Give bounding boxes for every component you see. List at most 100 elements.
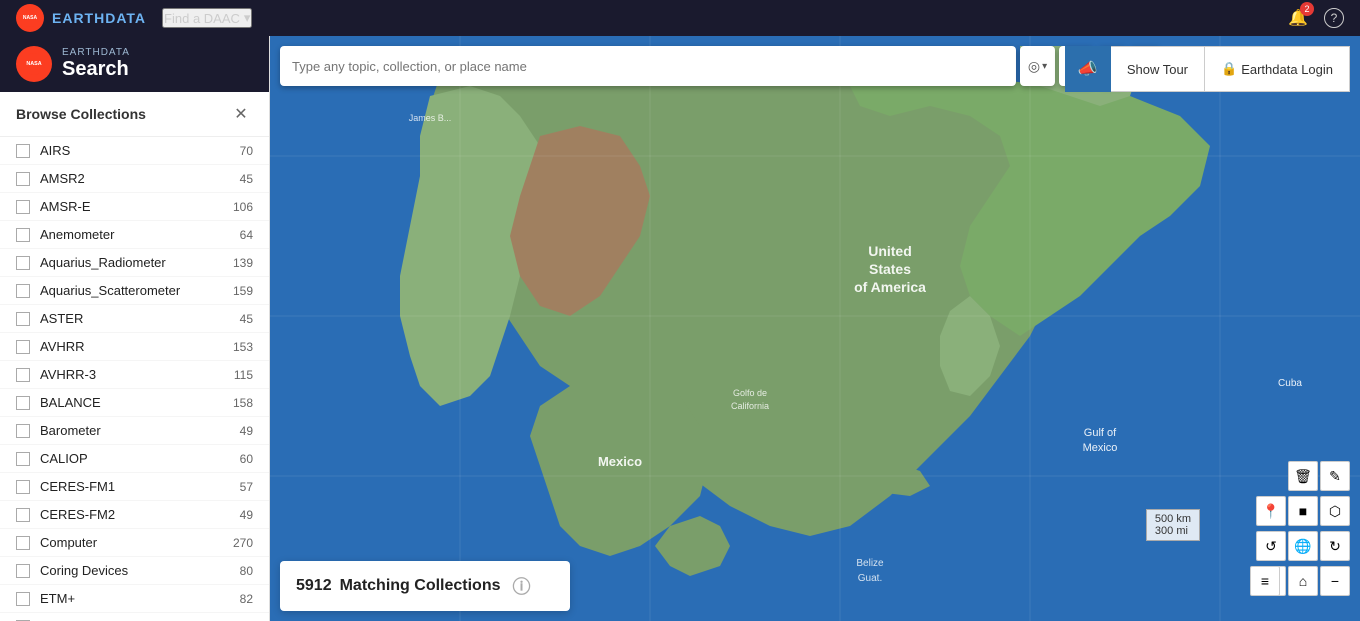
sidebar-item-count: 158 (223, 396, 253, 410)
sidebar-item-count: 159 (223, 284, 253, 298)
search-input[interactable] (288, 59, 1008, 74)
sidebar-item-checkbox[interactable] (16, 396, 30, 410)
sidebar-item[interactable]: AMSR-E 106 (0, 193, 269, 221)
nasa-meatball-icon: NASA (16, 4, 44, 32)
sidebar-item-checkbox[interactable] (16, 284, 30, 298)
sidebar-list[interactable]: AIRS 70 AMSR2 45 AMSR-E 106 Anemometer 6… (0, 137, 269, 621)
globe-icon: 🌐 (1294, 538, 1311, 555)
sidebar-item[interactable]: AVHRR-3 115 (0, 361, 269, 389)
sidebar-item[interactable]: CERES-FM2 49 (0, 501, 269, 529)
close-sidebar-button[interactable]: ✕ (229, 102, 253, 126)
minus-icon: − (1331, 573, 1339, 589)
sidebar-item[interactable]: Anemometer 64 (0, 221, 269, 249)
square-button[interactable]: ■ (1288, 496, 1318, 526)
rotate-cw-button[interactable]: ↻ (1320, 531, 1350, 561)
sidebar-item[interactable]: ASTER 45 (0, 305, 269, 333)
sidebar-item-label: ETM+ (40, 591, 223, 606)
sidebar-item[interactable]: Coring Devices 80 (0, 557, 269, 585)
map-rotate-controls: ↺ 🌐 ↻ (1256, 531, 1350, 561)
sidebar-item-checkbox[interactable] (16, 228, 30, 242)
lock-icon: 🔒 (1221, 61, 1237, 77)
sidebar-item-checkbox[interactable] (16, 312, 30, 326)
sidebar-item-checkbox[interactable] (16, 480, 30, 494)
layers-button-area: ≡ (1250, 566, 1280, 596)
sidebar-item-checkbox[interactable] (16, 144, 30, 158)
spatial-target-button[interactable]: ◎ ▾ (1020, 46, 1055, 86)
rotate-ccw-button[interactable]: ↺ (1256, 531, 1286, 561)
sidebar-item-checkbox[interactable] (16, 536, 30, 550)
trash-button[interactable]: 🗑 (1288, 461, 1318, 491)
sidebar-item[interactable]: GPS Receivers 55 (0, 613, 269, 621)
svg-text:Cuba: Cuba (1278, 378, 1302, 389)
rotate-cw-icon: ↻ (1329, 538, 1341, 555)
sidebar-item-label: Coring Devices (40, 563, 223, 578)
sidebar-item[interactable]: Aquarius_Radiometer 139 (0, 249, 269, 277)
sidebar-item-label: Aquarius_Scatterometer (40, 283, 223, 298)
sidebar-item[interactable]: CALIOP 60 (0, 445, 269, 473)
marker-button[interactable]: 📍 (1256, 496, 1286, 526)
svg-text:States: States (869, 261, 911, 277)
sidebar-item-checkbox[interactable] (16, 368, 30, 382)
sidebar-item[interactable]: BALANCE 158 (0, 389, 269, 417)
globe-button[interactable]: 🌐 (1288, 531, 1318, 561)
notifications-button[interactable]: 🔔 2 (1288, 8, 1308, 28)
chevron-icon: ▾ (1042, 61, 1047, 72)
sidebar-item-label: CALIOP (40, 451, 223, 466)
sidebar-item[interactable]: Computer 270 (0, 529, 269, 557)
sidebar-item-checkbox[interactable] (16, 172, 30, 186)
sidebar-item[interactable]: AMSR2 45 (0, 165, 269, 193)
sidebar-item-checkbox[interactable] (16, 256, 30, 270)
sidebar-item-count: 115 (223, 368, 253, 382)
sidebar-item-count: 70 (223, 144, 253, 158)
sidebar-item-checkbox[interactable] (16, 424, 30, 438)
sidebar-item[interactable]: Barometer 49 (0, 417, 269, 445)
home-button[interactable]: ⌂ (1288, 566, 1318, 596)
svg-text:Golfo de: Golfo de (733, 388, 767, 398)
sidebar-item[interactable]: CERES-FM1 57 (0, 473, 269, 501)
home-icon: ⌂ (1299, 573, 1307, 589)
sidebar-item-checkbox[interactable] (16, 200, 30, 214)
rotate-ccw-icon: ↺ (1265, 538, 1277, 555)
sidebar-item-label: AVHRR (40, 339, 223, 354)
sidebar-item[interactable]: AIRS 70 (0, 137, 269, 165)
map-shape-controls: 📍 ■ ⬡ (1256, 496, 1350, 526)
sidebar-item-label: AMSR-E (40, 199, 223, 214)
svg-text:James B...: James B... (409, 113, 452, 123)
svg-text:United: United (868, 243, 912, 259)
sidebar-item-count: 106 (223, 200, 253, 214)
browse-collections-header: Browse Collections ✕ (0, 92, 269, 137)
sidebar-brand-header: NASA EARTHDATA Search (0, 36, 269, 92)
show-tour-button[interactable]: Show Tour (1111, 46, 1205, 92)
sidebar-item-checkbox[interactable] (16, 508, 30, 522)
sidebar-item-count: 60 (223, 452, 253, 466)
find-daac-button[interactable]: Find a DAAC ▾ (162, 8, 252, 28)
earthdata-login-button[interactable]: 🔒 Earthdata Login (1205, 46, 1350, 92)
layers-button[interactable]: ≡ (1250, 566, 1280, 596)
sidebar-item-label: CERES-FM2 (40, 507, 223, 522)
marker-icon: 📍 (1262, 503, 1279, 520)
sidebar-brand-top-label: EARTHDATA (62, 47, 130, 58)
sidebar-item-checkbox[interactable] (16, 592, 30, 606)
notification-badge: 2 (1300, 2, 1314, 16)
sidebar-item-checkbox[interactable] (16, 564, 30, 578)
sidebar-item[interactable]: ETM+ 82 (0, 585, 269, 613)
sidebar-item-label: Barometer (40, 423, 223, 438)
sidebar-item[interactable]: Aquarius_Scatterometer 159 (0, 277, 269, 305)
sidebar-item[interactable]: AVHRR 153 (0, 333, 269, 361)
sidebar-item-count: 139 (223, 256, 253, 270)
square-icon: ■ (1299, 503, 1307, 519)
sidebar-brand-main-label: Search (62, 58, 130, 81)
sidebar: NASA EARTHDATA Search Browse Collections… (0, 36, 270, 621)
matching-collections-panel[interactable]: 5912 Matching Collections ⓘ (280, 561, 570, 611)
map-area: United States of America Mexico Gulf of … (270, 36, 1360, 621)
edit-button[interactable]: ✎ (1320, 461, 1350, 491)
svg-text:California: California (731, 401, 769, 411)
sidebar-item-checkbox[interactable] (16, 452, 30, 466)
help-button[interactable]: ? (1324, 8, 1344, 28)
zoom-out-button[interactable]: − (1320, 566, 1350, 596)
sidebar-item-checkbox[interactable] (16, 340, 30, 354)
sidebar-item-label: Computer (40, 535, 223, 550)
hex-button[interactable]: ⬡ (1320, 496, 1350, 526)
sidebar-item-label: Aquarius_Radiometer (40, 255, 223, 270)
megaphone-button[interactable]: 📣 (1065, 46, 1111, 92)
